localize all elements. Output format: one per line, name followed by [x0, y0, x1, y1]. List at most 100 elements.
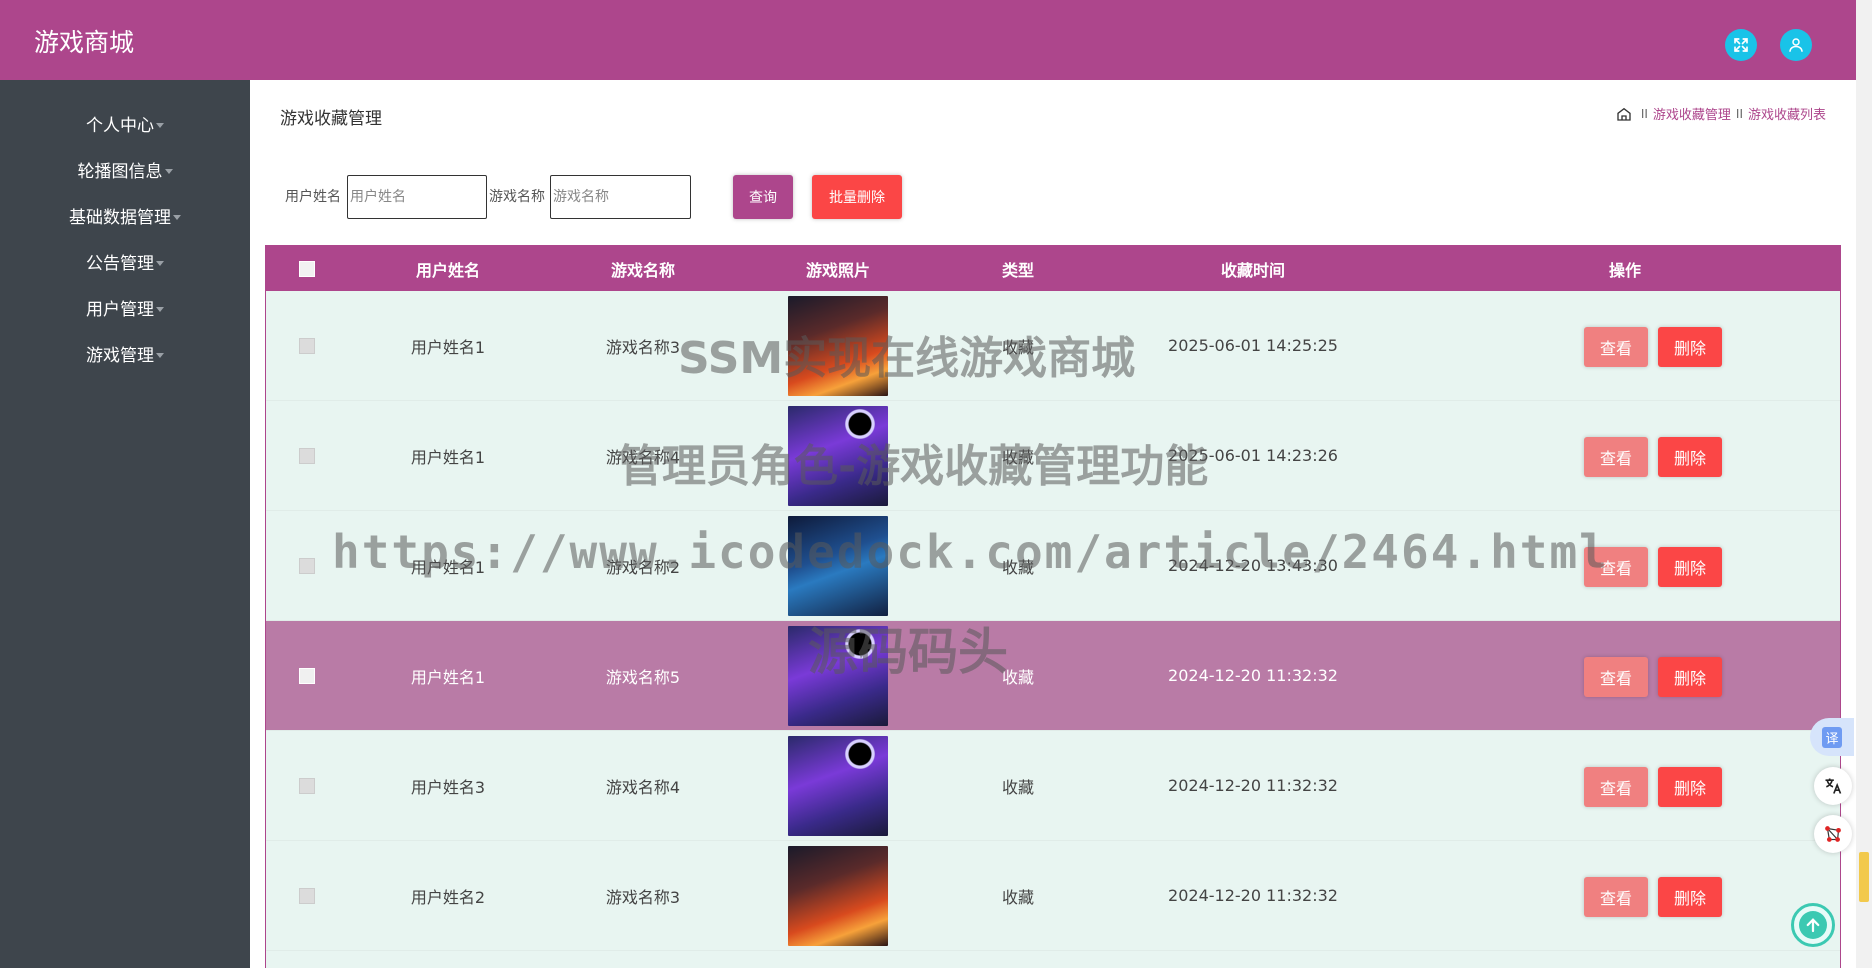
caret-down-icon: [156, 352, 164, 358]
sidebar-item-personal-center[interactable]: 个人中心: [0, 100, 250, 146]
game-name-label: 游戏名称: [489, 189, 545, 205]
row-checkbox[interactable]: [299, 777, 315, 794]
user-name-label: 用户姓名: [285, 189, 341, 205]
sidebar: 个人中心 轮播图信息 基础数据管理 公告管理 用户管理 游戏管理: [0, 80, 250, 968]
cell-type: 收藏: [1001, 447, 1034, 467]
sidebar-item-label: 基础数据管理: [69, 207, 171, 228]
user-button[interactable]: [1780, 29, 1812, 61]
delete-button[interactable]: 删除: [1658, 767, 1722, 807]
column-header-actions: 操作: [1608, 260, 1641, 280]
sidebar-item-notice[interactable]: 公告管理: [0, 238, 250, 284]
arrow-up-icon: [1799, 911, 1827, 939]
game-thumbnail: [788, 845, 888, 946]
query-button[interactable]: 查询: [733, 175, 793, 219]
delete-button[interactable]: 删除: [1658, 547, 1722, 587]
home-icon[interactable]: [1616, 106, 1632, 122]
sidebar-item-basic-data[interactable]: 基础数据管理: [0, 192, 250, 238]
cell-game: 游戏名称3: [605, 887, 681, 907]
game-name-input[interactable]: [550, 175, 691, 219]
cell-user: 用户姓名1: [410, 337, 486, 357]
cell-game: 游戏名称3: [605, 337, 681, 357]
row-select-cell: [266, 291, 348, 400]
table-header: 用户姓名 游戏名称 游戏照片 类型 收藏时间 操作: [266, 246, 1840, 291]
cell-game: 游戏名称5: [605, 667, 681, 687]
sidebar-item-users[interactable]: 用户管理: [0, 284, 250, 330]
row-checkbox[interactable]: [299, 447, 315, 464]
game-thumbnail: [788, 625, 888, 726]
column-header-type: 类型: [1001, 260, 1034, 280]
row-select-cell: [266, 621, 348, 730]
cell-type: 收藏: [1001, 777, 1034, 797]
cell-type: 收藏: [1001, 667, 1034, 687]
cell-photo: [738, 731, 938, 840]
sidebar-item-label: 个人中心: [86, 115, 154, 136]
row-checkbox[interactable]: [299, 557, 315, 574]
table-row: 用户姓名1 游戏名称2 收藏 2024-12-20 13:43:30 查看 删除: [266, 511, 1840, 621]
translate-ai-button[interactable]: [1814, 767, 1852, 805]
select-all-cell: [266, 246, 348, 291]
cell-time: 2024-12-20 11:32:32: [1168, 776, 1338, 795]
view-button[interactable]: 查看: [1584, 437, 1648, 477]
sidebar-item-label: 用户管理: [86, 299, 154, 320]
user-name-input[interactable]: [347, 175, 487, 219]
table-row: 用户姓名1 游戏名称4 收藏 2025-06-01 14:23:26 查看 删除: [266, 401, 1840, 511]
delete-button[interactable]: 删除: [1658, 657, 1722, 697]
sidebar-item-games[interactable]: 游戏管理: [0, 330, 250, 376]
view-button[interactable]: 查看: [1584, 767, 1648, 807]
caret-down-icon: [156, 260, 164, 266]
translate-ai-icon: [1825, 778, 1842, 794]
cell-time: 2025-06-01 14:25:25: [1168, 336, 1338, 355]
cell-type: 收藏: [1001, 337, 1034, 357]
column-header-time: 收藏时间: [1220, 260, 1285, 280]
row-checkbox[interactable]: [299, 667, 315, 684]
row-select-cell: [266, 731, 348, 840]
breadcrumb-separator: II: [1640, 106, 1648, 121]
back-to-top-button[interactable]: [1791, 903, 1835, 947]
sidebar-item-carousel[interactable]: 轮播图信息: [0, 146, 250, 192]
page-scrollbar[interactable]: [1856, 0, 1872, 968]
breadcrumb: II 游戏收藏管理 II 游戏收藏列表: [1616, 104, 1826, 123]
delete-button[interactable]: 删除: [1658, 437, 1722, 477]
row-select-cell: [266, 511, 348, 620]
view-button[interactable]: 查看: [1584, 657, 1648, 697]
table-row: 用户姓名3 游戏名称4 收藏 2024-12-20 11:32:32 查看 删除: [266, 731, 1840, 841]
caret-down-icon: [173, 214, 181, 220]
translate-widget[interactable]: 译: [1810, 718, 1854, 756]
view-button[interactable]: 查看: [1584, 547, 1648, 587]
cell-time: 2024-12-20 13:43:30: [1168, 556, 1338, 575]
table-row: 用户姓名2 游戏名称3 收藏 2024-12-20 11:32:32 查看 删除: [266, 841, 1840, 951]
network-button[interactable]: [1814, 815, 1852, 853]
game-thumbnail: [788, 735, 888, 836]
game-thumbnail: [788, 515, 888, 616]
cell-photo: [738, 511, 938, 620]
fullscreen-button[interactable]: [1725, 29, 1757, 61]
select-all-checkbox[interactable]: [299, 260, 315, 277]
page-title: 游戏收藏管理: [280, 109, 382, 129]
breadcrumb-item[interactable]: 游戏收藏管理: [1653, 104, 1731, 123]
cell-user: 用户姓名2: [410, 887, 486, 907]
breadcrumb-item[interactable]: 游戏收藏列表: [1748, 104, 1826, 123]
row-checkbox[interactable]: [299, 337, 315, 354]
cell-user: 用户姓名1: [410, 557, 486, 577]
fullscreen-icon: [1734, 38, 1748, 52]
caret-down-icon: [156, 122, 164, 128]
brand-title: 游戏商城: [34, 28, 135, 57]
cell-game: 游戏名称4: [605, 447, 681, 467]
scrollbar-thumb[interactable]: [1859, 852, 1869, 902]
cell-photo: [738, 291, 938, 400]
delete-button[interactable]: 删除: [1658, 327, 1722, 367]
batch-delete-button[interactable]: 批量删除: [812, 175, 902, 219]
favorites-table: 用户姓名 游戏名称 游戏照片 类型 收藏时间 操作 用户姓名1 游戏名称3 收藏 20…: [265, 245, 1841, 968]
game-thumbnail: [788, 405, 888, 506]
cell-photo: [738, 401, 938, 510]
cell-user: 用户姓名1: [410, 667, 486, 687]
cell-photo: [738, 621, 938, 730]
delete-button[interactable]: 删除: [1658, 877, 1722, 917]
main-content: 游戏收藏管理 II 游戏收藏管理 II 游戏收藏列表 用户姓名 游戏名称 查询 …: [250, 80, 1856, 968]
view-button[interactable]: 查看: [1584, 877, 1648, 917]
view-button[interactable]: 查看: [1584, 327, 1648, 367]
row-checkbox[interactable]: [299, 887, 315, 904]
row-select-cell: [266, 841, 348, 950]
cell-game: 游戏名称2: [605, 557, 681, 577]
cell-time: 2025-06-01 14:23:26: [1168, 446, 1338, 465]
